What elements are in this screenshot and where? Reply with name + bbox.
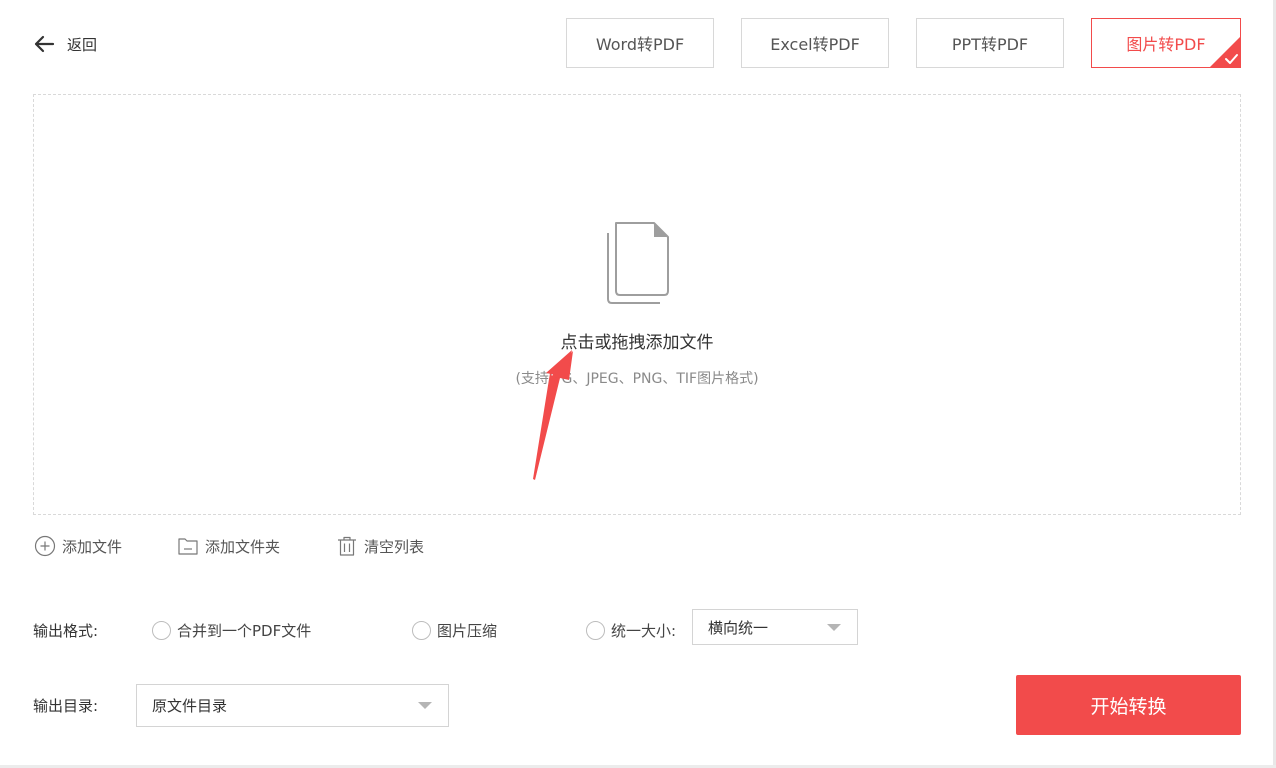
plus-circle-icon: [34, 535, 56, 557]
radio-uniform-size[interactable]: 统一大小:: [586, 618, 676, 642]
radio-image-compress[interactable]: 图片压缩: [412, 618, 497, 642]
output-dir-label: 输出目录:: [33, 697, 99, 715]
chevron-down-icon: [827, 623, 841, 631]
check-corner-icon: [1210, 37, 1240, 67]
tab-word-to-pdf[interactable]: Word转PDF: [566, 18, 714, 68]
drop-zone-title: 点击或拖拽添加文件: [560, 333, 714, 353]
tab-label: 图片转PDF: [1126, 35, 1206, 54]
radio-circle[interactable]: [586, 620, 605, 640]
add-folder-button[interactable]: 添加文件夹: [177, 534, 280, 558]
radio-label: 图片压缩: [437, 621, 498, 640]
tab-label: Word转PDF: [595, 35, 685, 54]
trash-icon: [338, 536, 356, 556]
back-button[interactable]: 返回: [32, 31, 97, 57]
radio-label: 合并到一个PDF文件: [177, 621, 312, 640]
add-folder-label: 添加文件夹: [205, 537, 281, 556]
tab-image-to-pdf[interactable]: 图片转PDF: [1091, 18, 1241, 68]
tab-label: PPT转PDF: [951, 35, 1029, 54]
tab-label: Excel转PDF: [770, 35, 860, 54]
tab-ppt-to-pdf[interactable]: PPT转PDF: [916, 18, 1064, 68]
document-stack-icon: [607, 222, 669, 304]
radio-label: 统一大小:: [611, 621, 677, 640]
radio-circle[interactable]: [412, 620, 431, 640]
uniform-size-select[interactable]: 横向统一: [692, 609, 858, 645]
tab-excel-to-pdf[interactable]: Excel转PDF: [741, 18, 889, 68]
select-value: 横向统一: [708, 618, 769, 637]
back-label: 返回: [67, 35, 98, 54]
chevron-down-icon: [418, 702, 432, 709]
arrow-left-icon: [34, 35, 55, 53]
folder-icon: [178, 538, 198, 555]
output-format-label: 输出格式:: [33, 622, 99, 640]
radio-merge-pdf[interactable]: 合并到一个PDF文件: [152, 618, 311, 642]
add-file-button[interactable]: 添加文件: [34, 534, 122, 558]
file-drop-zone[interactable]: 点击或拖拽添加文件 (支持JPG、JPEG、PNG、TIF图片格式): [33, 94, 1241, 515]
select-value: 原文件目录: [152, 697, 228, 715]
output-dir-select[interactable]: 原文件目录: [136, 684, 449, 727]
add-file-label: 添加文件: [62, 537, 123, 556]
clear-list-label: 清空列表: [364, 537, 425, 556]
drop-zone-formats: (支持JPG、JPEG、PNG、TIF图片格式): [515, 371, 759, 387]
start-convert-button[interactable]: 开始转换: [1016, 675, 1241, 735]
radio-circle[interactable]: [152, 620, 171, 640]
clear-list-button[interactable]: 清空列表: [336, 534, 424, 558]
